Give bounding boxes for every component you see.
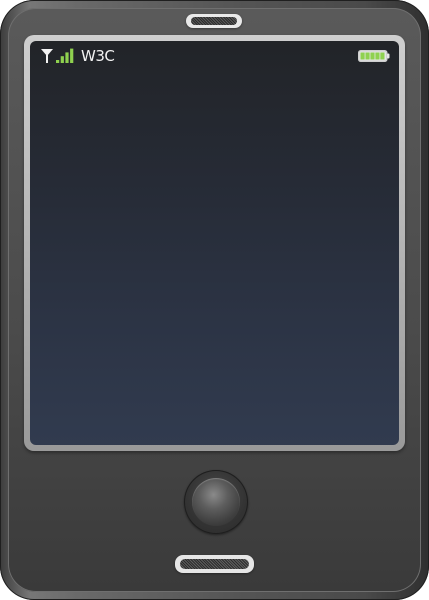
battery-segment xyxy=(375,52,380,60)
signal-bar xyxy=(70,48,74,63)
earpiece-speaker xyxy=(186,14,242,28)
home-button[interactable] xyxy=(184,470,248,534)
battery-segment xyxy=(365,52,370,60)
battery-segment xyxy=(360,52,365,60)
earpiece-grill xyxy=(191,17,237,25)
signal-bar xyxy=(56,60,60,63)
battery-segment xyxy=(380,52,385,60)
carrier-label: W3C xyxy=(81,47,115,65)
screen[interactable]: W3C xyxy=(30,41,399,445)
signal-strength-icon xyxy=(56,48,74,63)
signal-bars xyxy=(56,48,74,63)
status-bar: W3C xyxy=(30,41,399,67)
battery-fill xyxy=(360,52,385,60)
microphone-grill-pattern xyxy=(180,559,249,569)
microphone-grill xyxy=(175,555,254,573)
signal-bar xyxy=(65,52,69,63)
battery-segment xyxy=(370,52,375,60)
antenna-icon xyxy=(41,49,53,63)
home-button-knob xyxy=(192,478,240,526)
battery-full-icon xyxy=(358,50,390,62)
phone-device: W3C xyxy=(0,0,429,600)
signal-bar xyxy=(60,56,64,63)
